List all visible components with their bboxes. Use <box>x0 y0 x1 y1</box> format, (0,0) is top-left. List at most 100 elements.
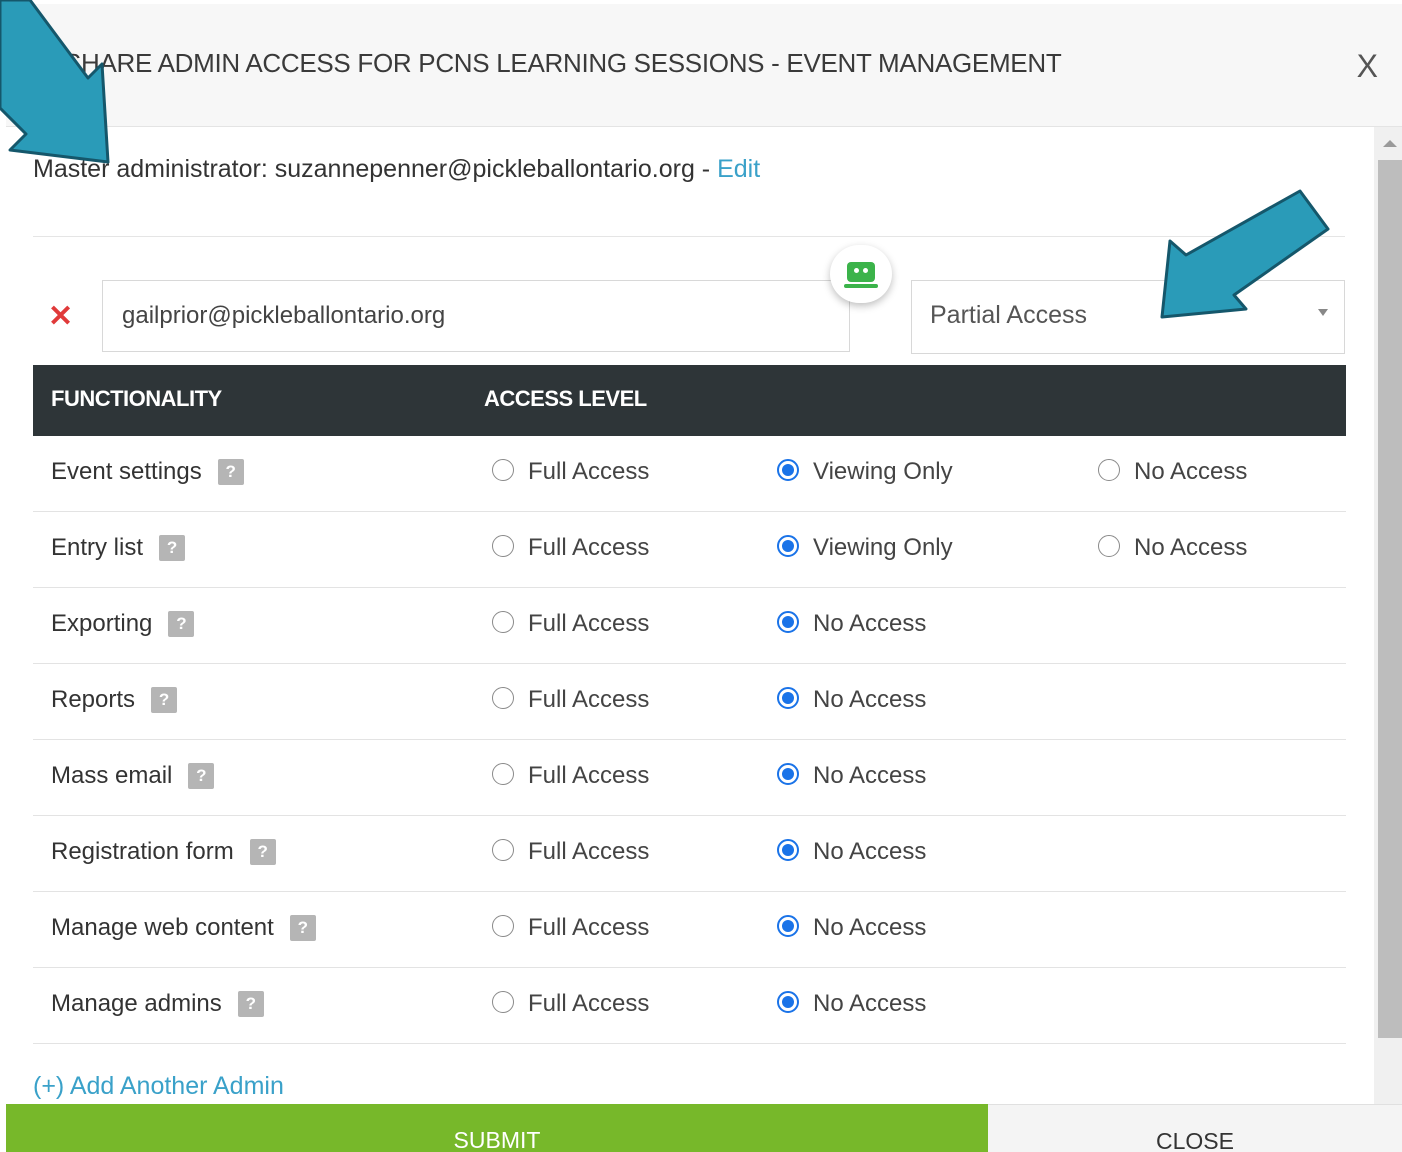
access-option-label: No Access <box>1134 534 1248 561</box>
access-option[interactable]: No Access <box>1098 534 1247 562</box>
radio-button[interactable] <box>777 535 799 557</box>
table-row: Exporting? Full Access No Access <box>33 588 1346 664</box>
access-option[interactable]: No Access <box>777 686 926 714</box>
help-icon[interactable]: ? <box>289 915 316 941</box>
access-option[interactable]: Full Access <box>492 990 649 1018</box>
row-label-text: Event settings <box>51 458 202 485</box>
radio-button[interactable] <box>777 611 799 633</box>
row-label: Registration form? <box>51 838 276 866</box>
radio-button[interactable] <box>777 687 799 709</box>
admin-email-input[interactable] <box>102 280 850 352</box>
access-option-label: No Access <box>813 838 927 865</box>
radio-button[interactable] <box>492 687 514 709</box>
access-option-label: Full Access <box>528 458 650 485</box>
access-option-label: Full Access <box>528 686 650 713</box>
table-row: Manage admins? Full Access No Access <box>33 968 1346 1044</box>
radio-button[interactable] <box>1098 459 1120 481</box>
modal-title: SHARE ADMIN ACCESS FOR PCNS LEARNING SES… <box>64 48 1062 78</box>
close-icon[interactable]: X <box>1357 48 1378 85</box>
access-option-label: Full Access <box>528 762 650 789</box>
access-option[interactable]: Full Access <box>492 534 649 562</box>
radio-button[interactable] <box>777 763 799 785</box>
access-option-label: No Access <box>813 610 927 637</box>
chat-bot-face <box>847 262 875 282</box>
radio-button[interactable] <box>1098 535 1120 557</box>
radio-button[interactable] <box>492 763 514 785</box>
access-option-label: Full Access <box>528 990 650 1017</box>
access-option[interactable]: Full Access <box>492 914 649 942</box>
table-row: Event settings? Full Access Viewing Only No… <box>33 436 1346 512</box>
table-row: Reports? Full Access No Access <box>33 664 1346 740</box>
radio-button[interactable] <box>492 839 514 861</box>
row-label: Manage admins? <box>51 990 264 1018</box>
access-option[interactable]: Viewing Only <box>777 458 953 486</box>
modal-header: SHARE ADMIN ACCESS FOR PCNS LEARNING SES… <box>6 4 1402 127</box>
chevron-down-icon <box>1318 309 1328 316</box>
help-icon[interactable]: ? <box>217 459 244 485</box>
help-icon[interactable]: ? <box>151 687 178 713</box>
access-option[interactable]: Full Access <box>492 838 649 866</box>
radio-button[interactable] <box>492 991 514 1013</box>
access-option[interactable]: Full Access <box>492 458 649 486</box>
access-option[interactable]: Full Access <box>492 686 649 714</box>
access-option[interactable]: No Access <box>777 914 926 942</box>
access-option[interactable]: Full Access <box>492 610 649 638</box>
access-option[interactable]: No Access <box>777 990 926 1018</box>
help-icon[interactable]: ? <box>159 535 186 561</box>
master-admin-email: suzannepenner@pickleballontario.org <box>274 155 695 183</box>
remove-icon[interactable]: ✕ <box>48 302 73 332</box>
access-option[interactable]: Full Access <box>492 762 649 790</box>
row-label: Entry list? <box>51 534 186 562</box>
radio-button[interactable] <box>777 459 799 481</box>
access-option-label: No Access <box>813 762 927 789</box>
help-icon[interactable]: ? <box>237 991 264 1017</box>
access-option[interactable]: No Access <box>777 838 926 866</box>
master-admin-dash: - <box>694 155 718 183</box>
edit-link[interactable]: Edit <box>717 155 760 183</box>
scrollbar-thumb[interactable] <box>1378 160 1402 1038</box>
row-label: Event settings? <box>51 458 244 486</box>
access-option[interactable]: Viewing Only <box>777 534 953 562</box>
access-option[interactable]: No Access <box>1098 458 1247 486</box>
divider <box>33 236 1345 237</box>
table-row: Manage web content? Full Access No Access <box>33 892 1346 968</box>
access-option-label: No Access <box>813 914 927 941</box>
access-level-select[interactable]: Partial Access <box>911 280 1345 354</box>
master-admin-prefix: Master administrator: <box>33 155 268 183</box>
chat-bot-base <box>844 284 878 288</box>
radio-button[interactable] <box>492 611 514 633</box>
access-option-label: Viewing Only <box>813 458 953 485</box>
row-label: Reports? <box>51 686 178 714</box>
radio-button[interactable] <box>777 991 799 1013</box>
radio-button[interactable] <box>492 915 514 937</box>
help-icon[interactable]: ? <box>188 763 215 789</box>
access-option-label: No Access <box>813 686 927 713</box>
header-functionality: FUNCTIONALITY <box>51 386 222 411</box>
access-option[interactable]: No Access <box>777 610 926 638</box>
access-option-label: Full Access <box>528 838 650 865</box>
help-icon[interactable]: ? <box>168 611 195 637</box>
access-option-label: Full Access <box>528 534 650 561</box>
table-row: Mass email? Full Access No Access <box>33 740 1346 816</box>
radio-button[interactable] <box>777 915 799 937</box>
access-option[interactable]: No Access <box>777 762 926 790</box>
add-another-admin-link[interactable]: (+) Add Another Admin <box>33 1072 284 1101</box>
scroll-up-icon[interactable] <box>1383 140 1397 147</box>
submit-button[interactable]: SUBMIT <box>6 1104 988 1152</box>
radio-button[interactable] <box>492 535 514 557</box>
row-label-text: Entry list <box>51 534 144 561</box>
radio-button[interactable] <box>777 839 799 861</box>
radio-button[interactable] <box>492 459 514 481</box>
access-option-label: Full Access <box>528 914 650 941</box>
table-row: Registration form? Full Access No Access <box>33 816 1346 892</box>
row-label-text: Registration form <box>51 838 234 865</box>
header-access-level: ACCESS LEVEL <box>484 386 647 411</box>
row-label: Manage web content? <box>51 914 316 942</box>
access-option-label: Viewing Only <box>813 534 953 561</box>
row-label: Exporting? <box>51 610 195 638</box>
access-level-value: Partial Access <box>930 301 1088 329</box>
close-button[interactable]: CLOSE <box>988 1104 1402 1152</box>
chat-bot-icon[interactable] <box>830 245 892 303</box>
table-header: FUNCTIONALITY ACCESS LEVEL <box>33 365 1346 436</box>
help-icon[interactable]: ? <box>249 839 276 865</box>
